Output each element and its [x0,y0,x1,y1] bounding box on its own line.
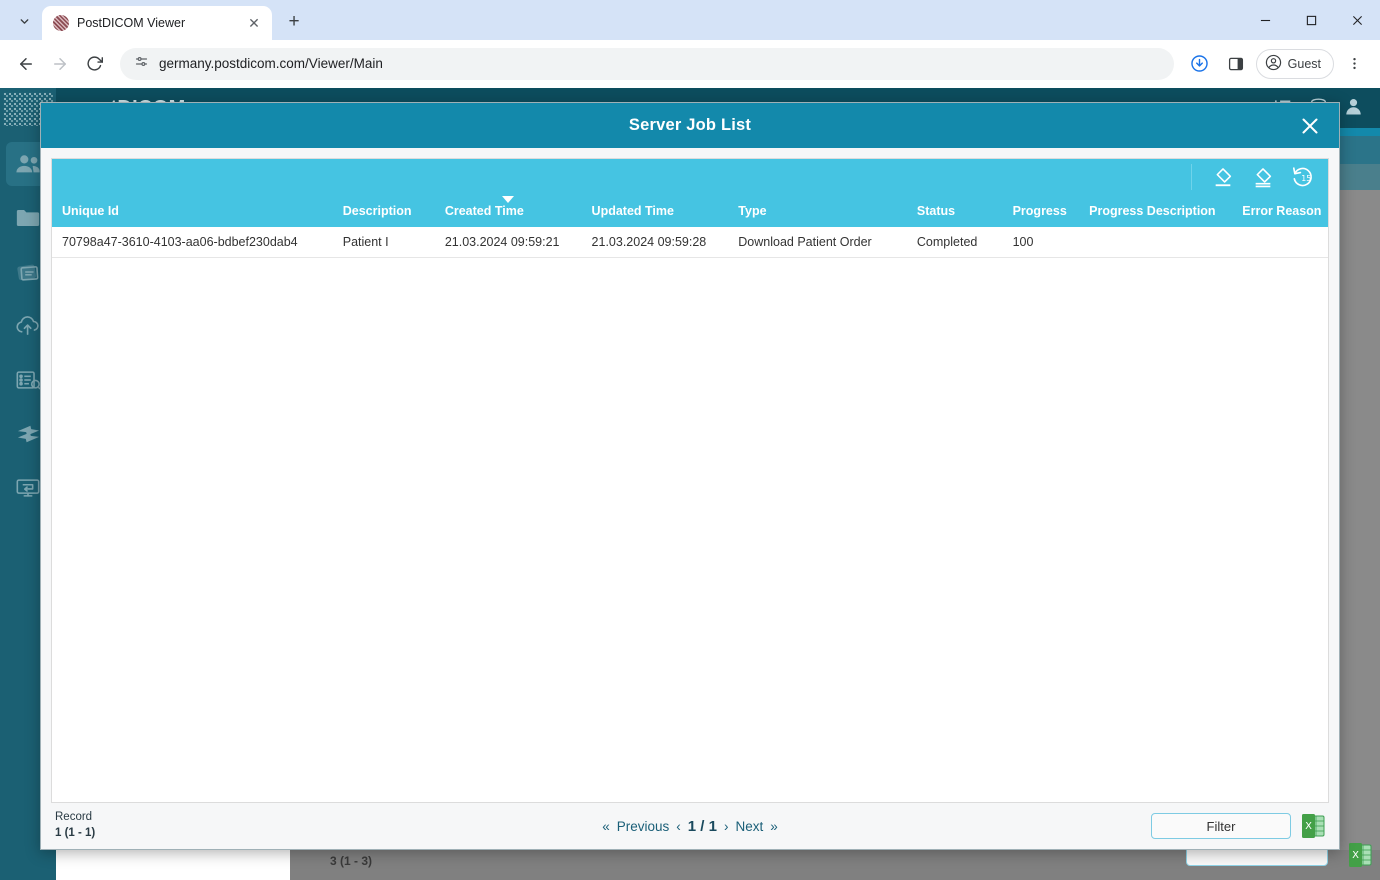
table-header-row: Unique Id Description Created Time Updat… [52,195,1328,227]
app-bg-block-b [1340,164,1380,190]
account-circle-icon [1265,54,1282,74]
footer-actions: Filter X [1151,813,1325,839]
minimize-icon[interactable] [1242,0,1288,40]
svg-text:15: 15 [1301,174,1311,183]
svg-text:X: X [1305,821,1312,832]
reload-icon[interactable] [78,48,110,80]
previous-page-button[interactable]: Previous [617,819,670,834]
cell-status: Completed [907,227,1003,258]
column-label: Progress [1013,204,1067,218]
close-icon[interactable]: ✕ [244,13,264,33]
column-header-type[interactable]: Type [728,195,907,227]
column-header-error-reason[interactable]: Error Reason [1232,195,1328,227]
column-header-progress[interactable]: Progress [1003,195,1080,227]
profile-button[interactable]: Guest [1256,49,1334,79]
tab-strip: PostDICOM Viewer ✕ + [0,0,1380,40]
grid-toolbar: 15 [52,159,1328,195]
dialog-title: Server Job List [629,116,751,135]
previous-page-arrow[interactable]: ‹ [676,819,681,834]
table-body: 70798a47-3610-4103-aa06-bdbef230dab4 Pat… [52,227,1328,258]
column-header-progress-description[interactable]: Progress Description [1079,195,1232,227]
dialog-header: Server Job List [41,103,1339,148]
tab-title: PostDICOM Viewer [77,16,236,30]
job-grid: 15 Unique Id Description [51,158,1329,803]
dialog-footer: Record 1 (1 - 1) « Previous ‹ 1 / 1 › Ne… [41,803,1339,849]
close-window-icon[interactable] [1334,0,1380,40]
column-label: Status [917,204,955,218]
page-indicator: 1 / 1 [688,818,717,835]
user-avatar-icon[interactable] [1345,97,1362,120]
column-label: Progress Description [1089,204,1215,218]
column-header-description[interactable]: Description [333,195,435,227]
cell-created-time: 21.03.2024 09:59:21 [435,227,582,258]
cell-updated-time: 21.03.2024 09:59:28 [582,227,729,258]
last-page-button[interactable]: » [770,819,778,834]
first-page-button[interactable]: « [602,819,610,834]
browser-tab[interactable]: PostDICOM Viewer ✕ [42,6,272,40]
page-viewport: postDICOM Patient Search [0,88,1380,880]
record-value: 1 (1 - 1) [55,827,95,839]
cell-type: Download Patient Order [728,227,907,258]
next-page-arrow[interactable]: › [724,819,729,834]
column-label: Updated Time [592,204,674,218]
address-bar[interactable]: germany.postdicom.com/Viewer/Main [120,48,1174,80]
cell-progress: 100 [1003,227,1080,258]
cell-progress-description [1079,227,1232,258]
table-header: Unique Id Description Created Time Updat… [52,195,1328,227]
grid-empty-area [52,258,1328,802]
table-row[interactable]: 70798a47-3610-4103-aa06-bdbef230dab4 Pat… [52,227,1328,258]
profile-label: Guest [1288,57,1321,71]
browser-toolbar: germany.postdicom.com/Viewer/Main Guest [0,40,1380,88]
record-counter: Record 1 (1 - 1) [55,810,95,841]
svg-text:X: X [1352,850,1359,861]
toolbar-actions: Guest [1184,48,1370,80]
filter-button[interactable]: Filter [1151,813,1291,839]
app-bg-record-count: 3 (1 - 3) [330,854,372,868]
next-page-button[interactable]: Next [735,819,763,834]
column-label: Type [738,204,766,218]
eraser-underline-icon[interactable] [1210,164,1236,190]
column-label: Error Reason [1242,204,1321,218]
column-label: Unique Id [62,204,119,218]
column-header-created-time[interactable]: Created Time [435,195,582,227]
forward-arrow-icon[interactable] [44,48,76,80]
cell-error-reason [1232,227,1328,258]
site-settings-icon[interactable] [134,54,149,74]
eraser-double-underline-icon[interactable] [1250,164,1276,190]
tab-search-icon[interactable] [10,7,38,35]
excel-export-icon[interactable]: X [1301,813,1325,839]
close-icon[interactable] [1295,111,1325,141]
job-table: Unique Id Description Created Time Updat… [52,195,1328,258]
app-bg-excel-icon[interactable]: X [1348,842,1372,868]
column-header-unique-id[interactable]: Unique Id [52,195,333,227]
column-label: Created Time [445,204,524,218]
kebab-menu-icon[interactable] [1338,48,1370,80]
dialog-body: 15 Unique Id Description [41,148,1339,803]
server-job-list-dialog: Server Job List [40,102,1340,850]
app-bg-gray-fill [1340,190,1380,850]
refresh-countdown-icon[interactable]: 15 [1290,164,1316,190]
record-label: Record [55,810,95,826]
back-arrow-icon[interactable] [10,48,42,80]
sort-descending-icon [502,196,514,203]
window-controls [1242,0,1380,40]
column-header-status[interactable]: Status [907,195,1003,227]
side-panel-icon[interactable] [1220,48,1252,80]
app-bg-block-a [1340,136,1380,164]
globe-icon [53,15,69,31]
new-tab-button[interactable]: + [280,8,308,36]
column-header-updated-time[interactable]: Updated Time [582,195,729,227]
maximize-icon[interactable] [1288,0,1334,40]
download-icon[interactable] [1184,48,1216,80]
column-label: Description [343,204,412,218]
browser-window: PostDICOM Viewer ✕ + [0,0,1380,880]
toolbar-divider [1191,164,1192,190]
cell-unique-id: 70798a47-3610-4103-aa06-bdbef230dab4 [52,227,333,258]
address-bar-url: germany.postdicom.com/Viewer/Main [159,56,383,71]
pagination: « Previous ‹ 1 / 1 › Next » [602,818,778,835]
cell-description: Patient I [333,227,435,258]
